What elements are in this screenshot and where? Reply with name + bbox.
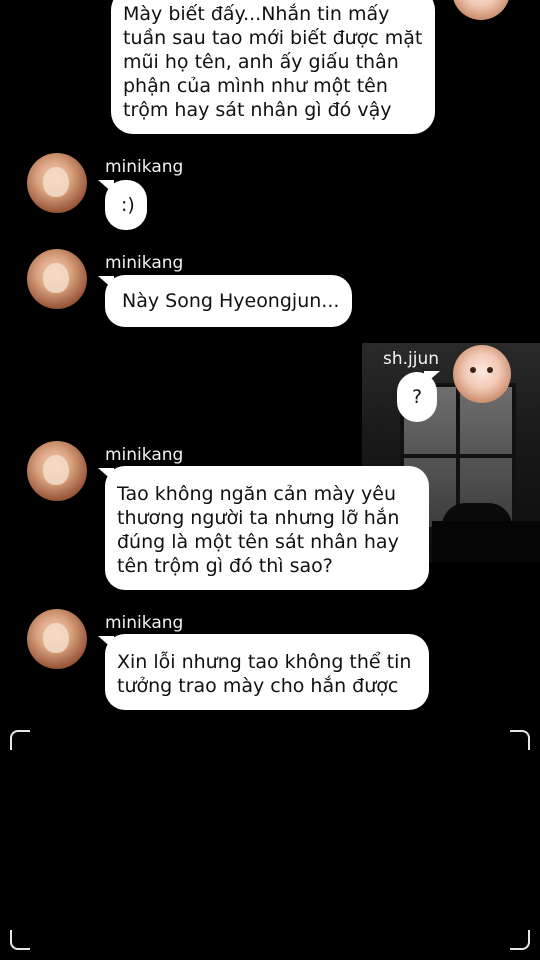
message-bubble-5[interactable]: Xin lỗi nhưng tao không thể tin tưởng tr… bbox=[105, 634, 429, 710]
message-text: :) bbox=[121, 194, 135, 216]
frame-corner-top-left bbox=[10, 730, 30, 750]
avatar-minikang[interactable] bbox=[27, 609, 87, 669]
message-text: ? bbox=[412, 386, 423, 408]
message-line: tên trộm gì đó thì sao? bbox=[117, 555, 333, 577]
sender-name: minikang bbox=[105, 445, 184, 465]
message-line: Mày biết đấy...Nhắn tin mấy bbox=[123, 3, 390, 25]
frame-corner-bottom-right bbox=[510, 930, 530, 950]
sender-name: sh.jjun bbox=[383, 349, 440, 369]
avatar-sh-jjun-top[interactable] bbox=[452, 0, 510, 20]
message-line: trộm hay sát nhân gì đó vậy bbox=[123, 99, 392, 121]
avatar-minikang[interactable] bbox=[27, 441, 87, 501]
message-line: Xin lỗi nhưng tao không thể tin bbox=[117, 651, 412, 673]
message-bubble-1[interactable]: :) bbox=[105, 180, 147, 230]
message-line: đúng là một tên sát nhân hay bbox=[117, 531, 399, 553]
sender-name: minikang bbox=[105, 613, 184, 633]
frame-corner-bottom-left bbox=[10, 930, 30, 950]
avatar-sh-jjun[interactable] bbox=[453, 345, 511, 403]
message-line: mũi họ tên, anh ấy giấu thân bbox=[123, 51, 399, 73]
message-text: Này Song Hyeongjun... bbox=[122, 290, 340, 312]
desk-shadow bbox=[432, 521, 540, 563]
message-bubble-3[interactable]: ? bbox=[397, 372, 437, 422]
frame-corner-top-right bbox=[510, 730, 530, 750]
message-bubble-4[interactable]: Tao không ngăn cản mày yêu thương người … bbox=[105, 466, 429, 590]
message-line: Tao không ngăn cản mày yêu bbox=[117, 483, 396, 505]
sender-name: minikang bbox=[105, 253, 184, 273]
message-bubble-2[interactable]: Này Song Hyeongjun... bbox=[105, 275, 352, 327]
sender-name: minikang bbox=[105, 157, 184, 177]
avatar-minikang[interactable] bbox=[27, 249, 87, 309]
message-line: tuần sau tao mới biết được mặt bbox=[123, 27, 423, 49]
avatar-minikang[interactable] bbox=[27, 153, 87, 213]
message-bubble-0[interactable]: Mày biết đấy...Nhắn tin mấy tuần sau tao… bbox=[111, 0, 435, 134]
message-line: phận của mình như một tên bbox=[123, 75, 388, 97]
message-line: tưởng trao mày cho hắn được bbox=[117, 675, 399, 697]
message-line: thương người ta nhưng lỡ hắn bbox=[117, 507, 400, 529]
